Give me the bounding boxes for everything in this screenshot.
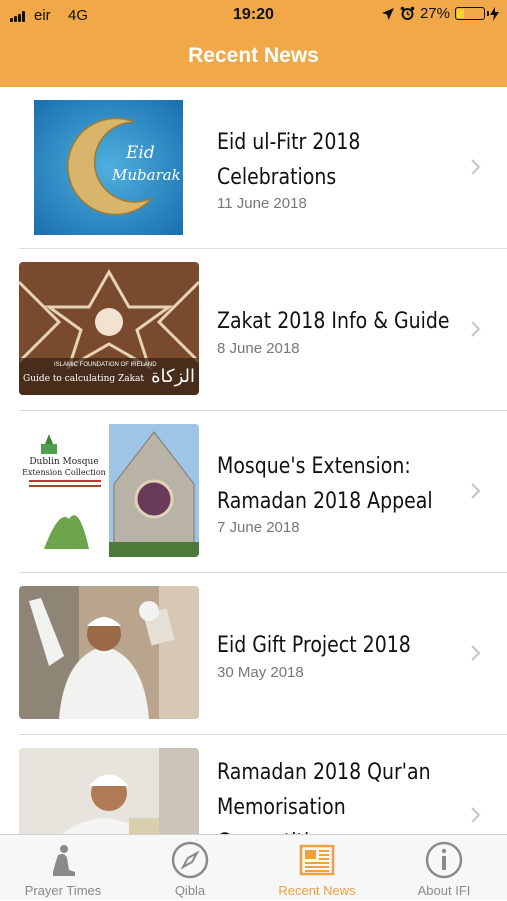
news-date: 30 May 2018 — [217, 664, 304, 681]
news-title: Ramadan 2018 Appeal — [217, 489, 433, 514]
news-thumbnail: Eid Mubarak — [34, 100, 183, 235]
chevron-right-icon — [471, 321, 481, 337]
thumb-text: الزكاة — [151, 366, 195, 387]
news-item[interactable]: ISLAMIC FOUNDATION OF IRELAND Guide to c… — [0, 249, 507, 411]
tab-label: Prayer Times — [24, 883, 102, 898]
news-item[interactable]: Ramadan 2018 Qur'an Memorisation Competi… — [0, 735, 507, 834]
thumb-text: Eid — [125, 143, 155, 163]
tab-recent-news[interactable]: Recent News — [254, 835, 380, 901]
news-thumbnail — [19, 586, 199, 719]
tab-label: Qibla — [174, 883, 206, 898]
page-title: Recent News — [188, 44, 319, 67]
chevron-right-icon — [471, 645, 481, 661]
thumb-text: ISLAMIC FOUNDATION OF IRELAND — [54, 362, 157, 368]
location-arrow-icon — [381, 7, 394, 20]
compass-icon — [171, 841, 209, 879]
news-item[interactable]: Eid Gift Project 2018 30 May 2018 — [0, 573, 507, 735]
charging-icon — [490, 6, 499, 21]
news-thumbnail: ISLAMIC FOUNDATION OF IRELAND Guide to c… — [19, 262, 199, 395]
chevron-right-icon — [471, 483, 481, 499]
news-item[interactable]: Eid Mubarak Eid ul-Fitr 2018 Celebration… — [0, 87, 507, 249]
news-item[interactable]: Dublin Mosque Extension Collection Mosqu… — [0, 411, 507, 573]
tab-label: Recent News — [278, 883, 356, 898]
news-title: Eid Gift Project 2018 — [217, 633, 411, 658]
tab-qibla[interactable]: Qibla — [127, 835, 253, 901]
chevron-right-icon — [471, 159, 481, 175]
news-title: Memorisation — [217, 795, 346, 820]
news-title: Zakat 2018 Info & Guide — [217, 309, 450, 334]
battery-percent: 27% — [419, 5, 450, 22]
status-bar: eir 4G 19:20 27% — [0, 0, 507, 32]
tab-label: About IFI — [417, 883, 471, 898]
newspaper-icon — [299, 844, 335, 876]
alarm-icon — [400, 6, 415, 20]
news-date: 11 June 2018 — [217, 195, 307, 212]
prayer-icon — [53, 845, 75, 876]
news-date: 8 June 2018 — [217, 340, 300, 357]
news-title: Ramadan 2018 Qur'an — [217, 760, 431, 785]
news-thumbnail — [19, 748, 199, 834]
thumb-text: Dublin Mosque — [29, 457, 98, 467]
news-list[interactable]: Eid Mubarak Eid ul-Fitr 2018 Celebration… — [0, 87, 507, 834]
thumb-text: Guide to calculating Zakat — [23, 374, 144, 384]
battery-icon — [455, 7, 489, 20]
thumb-text: Extension Collection — [22, 468, 106, 477]
news-title: Celebrations — [217, 165, 337, 190]
navigation-bar: eir 4G 19:20 27% Recent News — [0, 0, 507, 87]
thumb-text: Mubarak — [111, 166, 181, 184]
info-icon — [425, 841, 463, 879]
tab-about-ifi[interactable]: About IFI — [381, 835, 507, 901]
news-date: 7 June 2018 — [217, 519, 300, 536]
tab-bar: Prayer Times Qibla Recent News About IFI — [0, 834, 507, 900]
news-title: Mosque's Extension: — [217, 454, 411, 479]
news-title: Competition — [217, 825, 432, 834]
news-thumbnail: Dublin Mosque Extension Collection — [19, 424, 199, 557]
news-title: Eid ul-Fitr 2018 — [217, 130, 361, 155]
tab-prayer-times[interactable]: Prayer Times — [0, 835, 126, 901]
chevron-right-icon — [471, 807, 481, 823]
